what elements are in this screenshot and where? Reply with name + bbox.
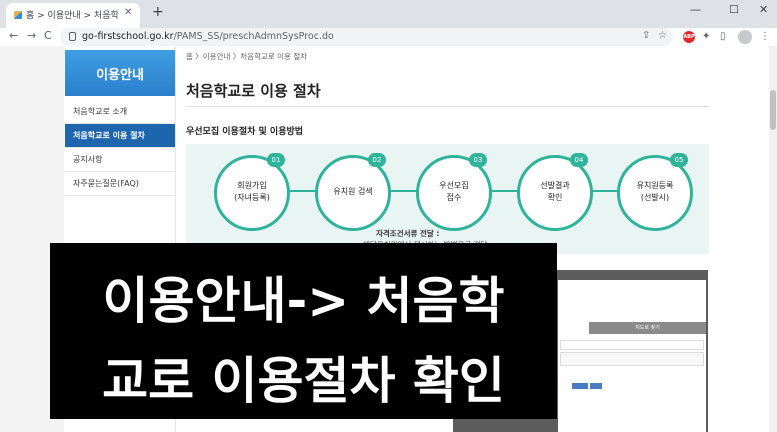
step-number: 01	[267, 153, 285, 167]
thumbnail-search-row	[560, 340, 704, 350]
breadcrumb: 홈 〉이용안내 〉처음학교로 이용 절차	[186, 52, 308, 61]
step-3: 03 우선모집 접수	[416, 153, 492, 231]
step-label: 유치원등록 (선발시)	[636, 181, 674, 202]
sidepanel-icon[interactable]: ▯	[720, 31, 726, 42]
reload-icon[interactable]: C	[44, 29, 52, 42]
back-icon[interactable]: ←	[9, 29, 18, 42]
sidebar-item-notice[interactable]: 공지사항	[65, 148, 175, 172]
thumbnail-button	[572, 383, 588, 389]
profile-icon[interactable]	[738, 30, 752, 44]
site-favicon-icon	[14, 11, 22, 19]
flow-note-title: 자격조건서류 전달 :	[376, 229, 440, 238]
step-4: 04 선발결과 확인	[517, 153, 593, 231]
tab-close-icon[interactable]: ✕	[124, 7, 132, 18]
puzzle-icon[interactable]: ✦	[702, 31, 710, 42]
url-text: go-firstschool.go.kr/PAMS_SS/preschAdmnS…	[82, 31, 334, 42]
thumbnail-table	[560, 352, 704, 366]
address-bar[interactable]: go-firstschool.go.kr/PAMS_SS/preschAdmnS…	[60, 28, 673, 46]
step-label: 회원가입 (자녀등록)	[234, 181, 270, 202]
caption-line-2: 교로 이용절차 확인	[102, 352, 505, 410]
divider	[186, 106, 709, 107]
step-number: 03	[469, 153, 487, 167]
step-1: 01 회원가입 (자녀등록)	[214, 153, 290, 231]
forward-icon[interactable]: →	[27, 29, 36, 42]
sidebar-item-intro[interactable]: 처음학교로 소개	[65, 100, 175, 124]
step-label: 선발결과 확인	[540, 181, 570, 202]
menu-icon[interactable]: ⋮	[760, 31, 770, 42]
thumbnail-map-button: 지도로 찾기	[589, 322, 706, 334]
step-label: 유치원 검색	[333, 187, 373, 196]
step-number: 02	[368, 153, 386, 167]
browser-tab-bar: 홈 > 이용안내 > 처음학교로 이 ✕ + — ☐ ✕	[0, 0, 777, 28]
minimize-button[interactable]: —	[690, 3, 701, 16]
browser-toolbar: ← → C go-firstschool.go.kr/PAMS_SS/presc…	[0, 28, 777, 46]
sidebar-item-faq[interactable]: 자주묻는질문(FAQ)	[65, 172, 175, 196]
sidebar-item-procedure[interactable]: 처음학교로 이용 절차	[65, 124, 175, 148]
caption-line-1: 이용안내-> 처음학	[102, 272, 505, 330]
tab-title: 홈 > 이용안내 > 처음학교로 이	[26, 11, 118, 21]
section-title: 우선모집 이용절차 및 이용방법	[186, 127, 304, 137]
lock-icon	[69, 32, 76, 41]
step-number: 05	[670, 153, 688, 167]
page-title: 처음학교로 이용 절차	[186, 82, 321, 100]
close-window-button[interactable]: ✕	[759, 3, 768, 16]
sidebar-heading: 이용안내	[65, 50, 175, 96]
step-5: 05 유치원등록 (선발시)	[617, 153, 693, 231]
abp-icon[interactable]: ABP	[683, 31, 695, 43]
star-icon[interactable]: ☆	[658, 30, 667, 41]
browser-tab[interactable]: 홈 > 이용안내 > 처음학교로 이 ✕	[6, 3, 140, 28]
thumbnail-button	[590, 383, 602, 389]
step-number: 04	[570, 153, 588, 167]
maximize-button[interactable]: ☐	[729, 3, 739, 16]
share-icon[interactable]: ⇪	[642, 30, 650, 41]
step-2: 02 유치원 검색	[315, 153, 391, 231]
new-tab-button[interactable]: +	[152, 4, 164, 20]
scrollbar-thumb[interactable]	[770, 90, 776, 130]
step-label: 우선모집 접수	[439, 181, 469, 202]
